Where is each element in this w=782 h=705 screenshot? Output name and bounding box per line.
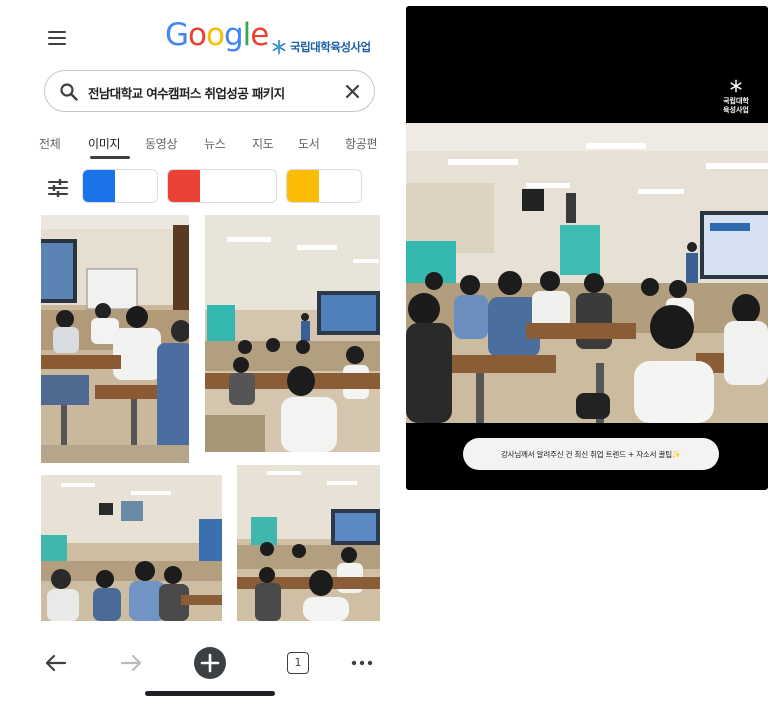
logo-letter: o — [188, 17, 207, 53]
logo-letter: G — [165, 17, 189, 53]
google-logo: Google — [165, 17, 269, 53]
google-search-screen: Google 국립대학육성사업 전남대학교 여수캠퍼스 취업성공 패키지 전체 … — [27, 5, 392, 702]
video-frame-classroom — [406, 123, 768, 423]
forward-arrow-icon[interactable] — [118, 650, 144, 676]
color-filter-yellow[interactable] — [286, 169, 362, 203]
color-filter-red[interactable] — [167, 169, 277, 203]
watermark-text-line2: 육성사업 — [723, 105, 749, 114]
filter-tune-icon[interactable] — [47, 178, 69, 198]
image-result-classroom-4[interactable] — [237, 465, 380, 621]
tab-switcher-button[interactable]: 1 — [287, 652, 309, 674]
search-bar[interactable]: 전남대학교 여수캠퍼스 취업성공 패키지 — [44, 70, 375, 112]
image-result-classroom-3[interactable] — [41, 475, 222, 621]
image-result-classroom-2[interactable] — [205, 215, 380, 452]
filter-row — [27, 169, 392, 207]
snowflake-emblem-icon — [272, 39, 286, 55]
search-type-tabs: 전체 이미지 동영상 뉴스 지도 도서 항공편 — [27, 135, 392, 165]
tab-maps[interactable]: 지도 — [252, 135, 274, 152]
video-preview[interactable]: 국립대학 육성사업 강사님께서 알려주신 건 최신 취업 트렌드 + 자소서 꿀… — [406, 6, 768, 490]
search-icon — [60, 83, 78, 101]
logo-letter: l — [242, 17, 252, 53]
active-tab-indicator — [90, 156, 130, 159]
back-arrow-icon[interactable] — [43, 650, 69, 676]
close-icon[interactable] — [343, 82, 362, 101]
search-input[interactable]: 전남대학교 여수캠퍼스 취업성공 패키지 — [88, 83, 285, 102]
logo-letter: e — [250, 17, 269, 53]
menu-icon[interactable] — [48, 31, 66, 45]
snowflake-emblem-icon — [730, 79, 742, 93]
tab-images[interactable]: 이미지 — [88, 135, 121, 152]
home-indicator — [145, 691, 275, 696]
tab-count: 1 — [294, 656, 302, 669]
watermark-text-line1: 국립대학 — [723, 97, 749, 105]
brand-text: 국립대학육성사업 — [290, 40, 371, 54]
video-caption: 강사님께서 알려주신 건 최신 취업 트렌드 + 자소서 꿀팁✨ — [463, 438, 719, 470]
tab-all[interactable]: 전체 — [39, 135, 61, 152]
tab-books[interactable]: 도서 — [298, 135, 320, 152]
tab-flights[interactable]: 항공편 — [345, 135, 378, 152]
logo-letter: o — [206, 17, 225, 53]
tab-news[interactable]: 뉴스 — [204, 135, 226, 152]
new-tab-plus-icon[interactable] — [193, 646, 227, 680]
video-watermark-logo: 국립대학 육성사업 — [716, 78, 756, 114]
tab-videos[interactable]: 동영상 — [145, 135, 178, 152]
logo-letter: g — [223, 17, 244, 53]
more-options-icon[interactable] — [349, 650, 375, 676]
university-brand-logo: 국립대학육성사업 — [271, 39, 371, 55]
image-result-classroom-1[interactable] — [41, 215, 189, 463]
color-filter-blue[interactable] — [82, 169, 158, 203]
